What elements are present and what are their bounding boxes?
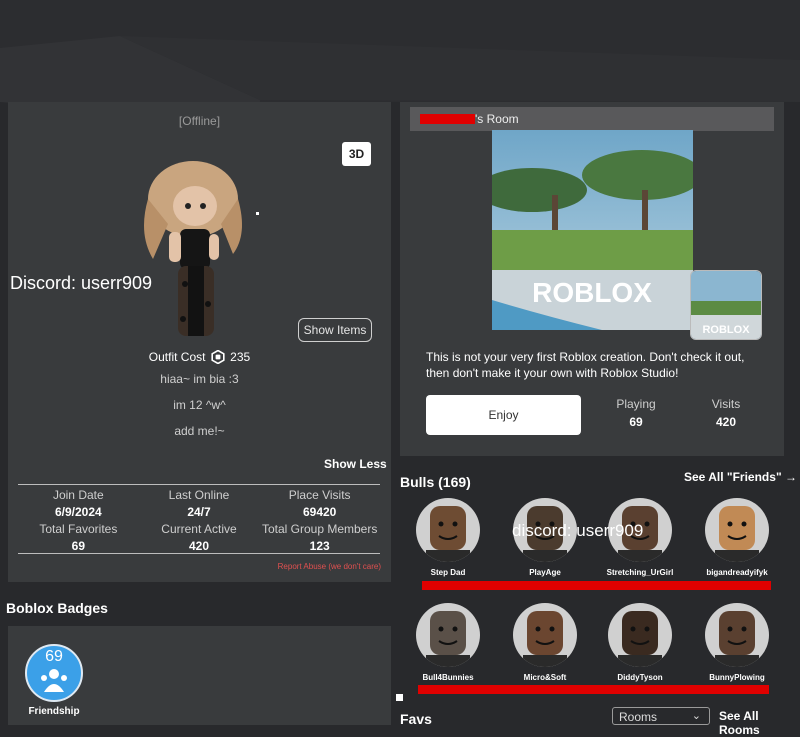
- friend-tile[interactable]: Bull4Bunnies: [398, 603, 498, 682]
- people-icon: [41, 669, 67, 692]
- badge-label: Friendship: [28, 706, 80, 717]
- stat-label: Place Visits: [288, 488, 351, 502]
- avatar-head-icon: [715, 611, 759, 667]
- friend-name[interactable]: bigandreadyifyk: [687, 568, 787, 577]
- bullet-marker: [396, 694, 403, 701]
- room-panel: 's Room ROBLOX ROBLOX This is not your v…: [400, 102, 784, 456]
- friend-avatar[interactable]: [705, 603, 769, 667]
- avatar-head-icon: [426, 611, 470, 667]
- avatar-head-icon: [523, 611, 567, 667]
- friend-tile[interactable]: DiddyTyson: [590, 603, 690, 682]
- friend-tile[interactable]: Step Dad: [398, 498, 498, 577]
- redaction-bar: [418, 685, 769, 694]
- divider: [18, 484, 380, 485]
- divider: [18, 553, 380, 554]
- friend-name[interactable]: Bull4Bunnies: [398, 673, 498, 682]
- room-description: This is not your very first Roblox creat…: [426, 350, 745, 380]
- stat-value: 24/7: [187, 505, 211, 519]
- stat-label: Current Active: [161, 522, 237, 536]
- room-thumbnail[interactable]: ROBLOX: [492, 130, 693, 330]
- chevron-down-icon: ⌄: [691, 710, 701, 722]
- play-button[interactable]: Enjoy: [426, 395, 581, 435]
- friend-tile[interactable]: Micro&Soft: [495, 603, 595, 682]
- report-abuse-link[interactable]: Report Abuse (we don't care): [278, 562, 381, 571]
- see-all-friends-link[interactable]: See All "Friends" →: [684, 470, 797, 484]
- avatar-head-icon: [618, 611, 662, 667]
- roblox-mini-logo: ROBLOX: [702, 324, 750, 336]
- room-header: 's Room: [410, 107, 774, 131]
- friends-title: Bulls (169): [400, 474, 471, 490]
- profile-stats: Join Date Last Online Place Visits 6/9/2…: [18, 487, 380, 555]
- bio-line: add me!~: [174, 424, 225, 438]
- room-title: 's Room: [475, 112, 519, 126]
- friend-avatar[interactable]: [416, 498, 480, 562]
- discord-overlay-text: Discord: userr909: [10, 273, 153, 293]
- badge-friendship[interactable]: 69: [25, 644, 83, 702]
- outfit-cost: Outfit Cost 235: [8, 350, 391, 364]
- bio: hiaa~ im bia :3 im 12 ^w^ add me!~: [8, 373, 391, 438]
- friend-name[interactable]: BunnyPlowing: [687, 673, 787, 682]
- badges-panel: 69 Friendship: [8, 626, 391, 725]
- badge-number: 69: [45, 648, 63, 665]
- robux-icon: [211, 350, 225, 364]
- playing-stat: Playing 69: [606, 397, 666, 429]
- avatar-head-icon: [715, 506, 759, 562]
- rooms-select[interactable]: Rooms ⌄: [612, 707, 710, 725]
- friend-avatar[interactable]: [513, 603, 577, 667]
- view-3d-button[interactable]: 3D: [342, 142, 371, 166]
- visits-stat: Visits 420: [696, 397, 756, 429]
- friend-tile[interactable]: BunnyPlowing: [687, 603, 787, 682]
- outfit-cost-label: Outfit Cost: [148, 350, 206, 364]
- avatar-head-icon: [426, 506, 470, 562]
- stat-label: Total Group Members: [261, 522, 378, 536]
- friend-name[interactable]: Stretching_UrGirl: [590, 568, 690, 577]
- cursor-dot: [256, 212, 259, 215]
- friend-name[interactable]: PlayAge: [495, 568, 595, 577]
- friend-avatar[interactable]: [608, 603, 672, 667]
- friend-name[interactable]: Step Dad: [398, 568, 498, 577]
- badges-title: Boblox Badges: [6, 600, 108, 616]
- rooms-select-value: Rooms: [619, 710, 658, 724]
- avatar-figure: [144, 161, 242, 336]
- friend-avatar[interactable]: [705, 498, 769, 562]
- redaction-bar: [422, 581, 771, 590]
- online-status: [Offline]: [178, 114, 221, 128]
- stat-label: Last Online: [168, 488, 230, 502]
- show-items-button[interactable]: Show Items: [298, 318, 372, 342]
- stat-value: 6/9/2024: [54, 505, 102, 519]
- redaction-bar: [420, 114, 475, 124]
- playing-value: 69: [629, 415, 643, 429]
- discord-overlay-text: discord: userr909: [512, 521, 644, 540]
- outfit-cost-value: 235: [230, 350, 251, 364]
- visits-label: Visits: [711, 397, 741, 411]
- show-less-link[interactable]: Show Less: [324, 457, 387, 471]
- profile-panel: [Offline] 3D Show Items Outfit Cost 235 …: [8, 102, 391, 582]
- stat-label: Total Favorites: [39, 522, 118, 536]
- see-all-rooms-link[interactable]: See All Rooms: [719, 709, 800, 737]
- stat-label: Join Date: [52, 488, 104, 502]
- bio-line: hiaa~ im bia :3: [160, 372, 239, 386]
- playing-label: Playing: [616, 397, 656, 411]
- friend-tile[interactable]: bigandreadyifyk: [687, 498, 787, 577]
- visits-value: 420: [715, 415, 737, 429]
- bio-line: im 12 ^w^: [173, 398, 226, 412]
- friend-name[interactable]: DiddyTyson: [590, 673, 690, 682]
- friend-name[interactable]: Micro&Soft: [495, 673, 595, 682]
- room-mini-thumbnail[interactable]: ROBLOX: [690, 270, 762, 340]
- stat-value: 69420: [302, 505, 337, 519]
- friend-avatar[interactable]: [416, 603, 480, 667]
- roblox-logo: ROBLOX: [532, 277, 652, 308]
